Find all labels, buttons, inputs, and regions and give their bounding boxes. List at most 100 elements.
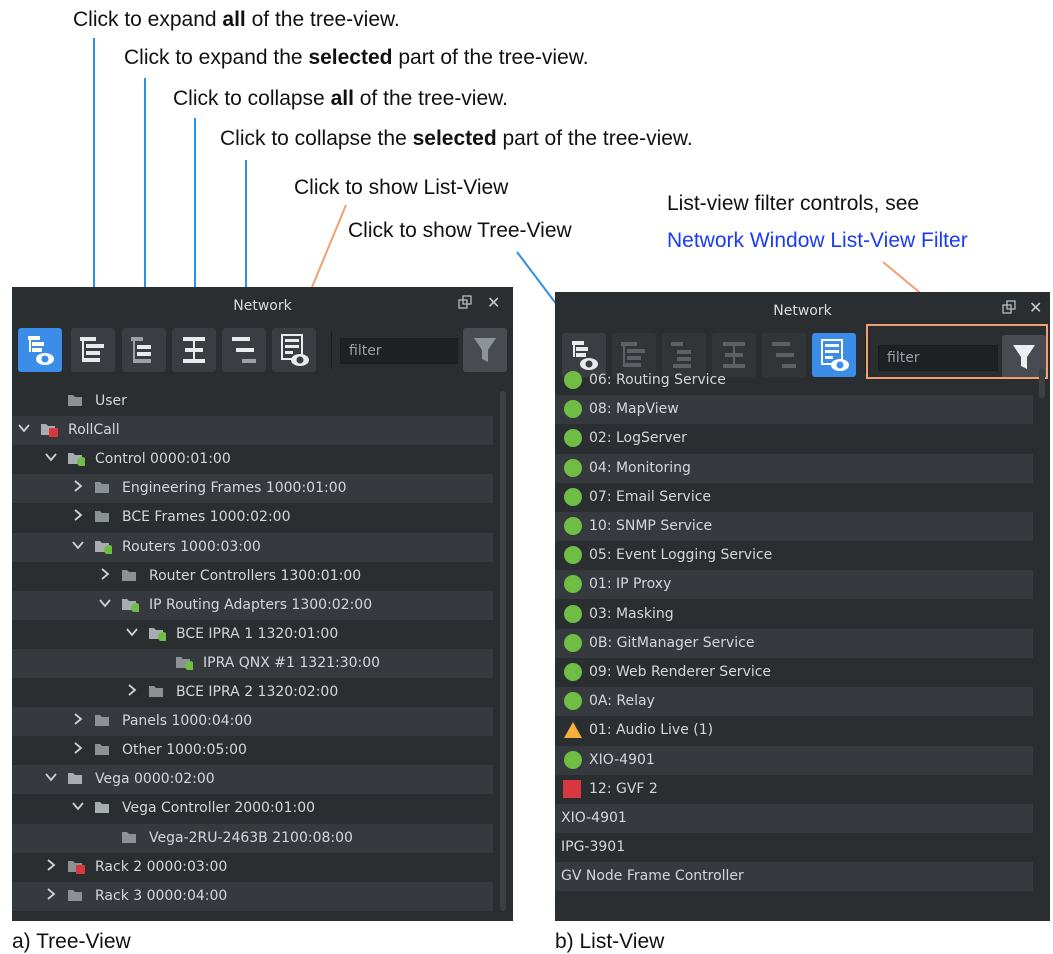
chevron-right-icon[interactable] (99, 567, 111, 580)
filter-button[interactable] (463, 328, 507, 372)
list-item[interactable]: 08: MapView (555, 395, 1033, 425)
list-item[interactable]: 07: Email Service (555, 483, 1033, 512)
chevron-right-icon[interactable] (72, 480, 84, 492)
list-item[interactable]: 10: SNMP Service (555, 512, 1033, 541)
list-item[interactable]: 09: Web Renderer Service (555, 658, 1033, 687)
tree-item-label: BCE Frames 1000:02:00 (122, 509, 291, 526)
list-item[interactable]: IPG-3901 (555, 833, 1033, 862)
undock-icon[interactable] (458, 295, 472, 309)
undock-icon[interactable] (1002, 300, 1016, 314)
status-ok-icon (564, 487, 582, 506)
list-item-label: 03: Masking (589, 605, 674, 622)
chevron-right-icon[interactable] (72, 713, 84, 725)
list-item[interactable]: GV Node Frame Controller (555, 862, 1033, 892)
chevron-down-icon[interactable] (126, 626, 138, 638)
status-ok-icon (564, 517, 582, 535)
chevron-right-icon[interactable] (126, 684, 138, 696)
collapse-selected-icon (232, 337, 256, 363)
expand-all-button[interactable] (71, 328, 115, 372)
filter-input[interactable]: filter (340, 338, 458, 364)
collapse-all-button[interactable] (172, 328, 216, 372)
folder-icon (122, 831, 136, 843)
tree-row[interactable]: Vega 0000:02:00 (12, 765, 493, 795)
list-view-button[interactable] (272, 328, 316, 372)
chevron-right-icon[interactable] (45, 858, 57, 871)
chevron-right-icon[interactable] (72, 509, 84, 522)
list-item[interactable]: 01: Audio Live (1) (555, 716, 1033, 745)
close-icon[interactable]: ✕ (1029, 298, 1042, 317)
tree-item-label: Routers 1000:03:00 (122, 538, 261, 555)
list-item[interactable]: 05: Event Logging Service (555, 541, 1033, 570)
chevron-down-icon[interactable] (72, 539, 84, 551)
tree-row[interactable]: Panels 1000:04:00 (12, 707, 493, 737)
tree-item-label: Control 0000:01:00 (95, 451, 231, 468)
list-item[interactable]: 12: GVF 2 (555, 775, 1033, 804)
chevron-right-icon[interactable] (72, 742, 84, 754)
folder-icon (68, 773, 82, 785)
folder-icon (149, 686, 163, 697)
chevron-down-icon[interactable] (45, 451, 57, 463)
tree-row[interactable]: RollCall (12, 416, 493, 446)
scrollbar[interactable] (1039, 368, 1045, 398)
tree-row[interactable]: Router Controllers 1300:01:00 (12, 562, 493, 591)
status-ok-icon (564, 400, 582, 419)
chevron-down-icon[interactable] (99, 597, 111, 609)
expand-selected-icon (131, 337, 151, 363)
tree-row[interactable]: BCE IPRA 2 1320:02:00 (12, 678, 493, 707)
tree-row[interactable]: Other 1000:05:00 (12, 736, 493, 765)
status-ok-icon (564, 692, 582, 711)
panel-titlebar: Network ✕ (12, 287, 513, 325)
list-item-label: 02: LogServer (589, 430, 687, 447)
tree-row[interactable]: BCE IPRA 1 1320:01:00 (12, 620, 493, 649)
tree-row[interactable]: Vega Controller 2000:01:00 (12, 794, 493, 823)
tree-view-button[interactable] (18, 328, 62, 372)
tree-toolbar: filter (12, 325, 513, 377)
expand-selected-button[interactable] (122, 328, 166, 372)
folder-icon (95, 744, 109, 756)
list-item[interactable]: XIO-4901 (555, 745, 1033, 775)
chevron-down-icon[interactable] (18, 422, 30, 434)
service-list: 06: Routing Service 08: MapView 02: LogSer… (555, 366, 1050, 921)
list-item-label: XIO-4901 (561, 810, 627, 826)
list-item[interactable]: 0A: Relay (555, 687, 1033, 717)
tree-row[interactable]: Rack 2 0000:03:00 (12, 853, 493, 882)
list-item-label: 0A: Relay (589, 693, 655, 710)
status-ok-icon (564, 371, 582, 389)
tree-item-label: Vega-2RU-2463B 2100:08:00 (149, 829, 353, 846)
tree-view-panel: Network ✕ filter User RollCall Control 0… (12, 287, 513, 921)
scrollbar[interactable] (500, 391, 506, 911)
list-item[interactable]: 03: Masking (555, 600, 1033, 629)
tree-row[interactable]: User (12, 387, 493, 416)
list-item[interactable]: 01: IP Proxy (555, 570, 1033, 600)
tree-row[interactable]: Routers 1000:03:00 (12, 532, 493, 562)
list-item[interactable]: 04: Monitoring (555, 453, 1033, 483)
tree-row[interactable]: Engineering Frames 1000:01:00 (12, 474, 493, 504)
toolbar-separator (331, 331, 332, 369)
tree-row[interactable]: BCE Frames 1000:02:00 (12, 503, 493, 532)
tree-item-label: IPRA QNX #1 1321:30:00 (203, 654, 381, 671)
tree-row[interactable]: IPRA QNX #1 1321:30:00 (12, 648, 493, 678)
expand-all-icon (80, 337, 104, 362)
tree-row[interactable]: Rack 3 0000:04:00 (12, 881, 493, 911)
tree-item-label: Rack 3 0000:04:00 (95, 887, 228, 904)
list-item-label: 08: MapView (589, 401, 679, 418)
collapse-selected-button[interactable] (222, 328, 266, 372)
tree-item-label: BCE IPRA 2 1320:02:00 (176, 684, 339, 700)
list-item[interactable]: 02: LogServer (555, 424, 1033, 453)
tree-row[interactable]: IP Routing Adapters 1300:02:00 (12, 590, 493, 620)
folder-icon (95, 511, 109, 523)
chevron-right-icon[interactable] (45, 887, 57, 900)
chevron-down-icon[interactable] (45, 771, 57, 783)
tree-row[interactable]: Vega-2RU-2463B 2100:08:00 (12, 823, 493, 853)
list-item-label: 07: Email Service (589, 488, 712, 505)
chevron-down-icon[interactable] (72, 800, 84, 812)
list-item[interactable]: 0B: GitManager Service (555, 628, 1033, 658)
status-error-icon (563, 779, 581, 798)
list-item[interactable]: XIO-4901 (555, 804, 1033, 833)
list-item[interactable]: 06: Routing Service (555, 366, 1033, 395)
collapse-all-icon (183, 337, 205, 363)
list-item-label: IPG-3901 (561, 839, 626, 856)
caption-tree-view: a) Tree-View (12, 930, 131, 953)
tree-row[interactable]: Control 0000:01:00 (12, 445, 493, 474)
close-icon[interactable]: ✕ (487, 293, 500, 312)
